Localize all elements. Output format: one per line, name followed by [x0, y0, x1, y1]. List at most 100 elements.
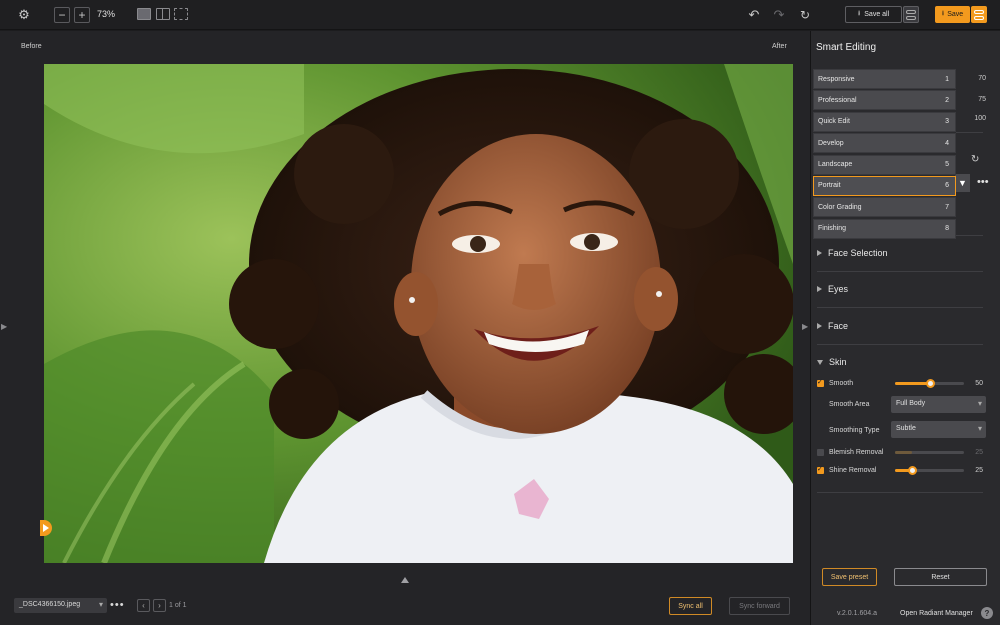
- split-view-icon[interactable]: [156, 8, 170, 20]
- blemish-removal-value: 25: [975, 449, 983, 456]
- preset-label: Color Grading: [818, 203, 862, 211]
- slider-knob[interactable]: [925, 379, 935, 388]
- file-more-icon[interactable]: •••: [110, 599, 125, 611]
- preset-item[interactable]: Quick Edit 3: [813, 111, 956, 132]
- save-options-toggle[interactable]: [971, 6, 987, 23]
- expand-arrow-icon: [817, 286, 822, 292]
- preset-label: Develop: [818, 139, 844, 147]
- zoom-out-button[interactable]: −: [54, 7, 70, 23]
- preset-item[interactable]: Develop 4: [813, 133, 956, 154]
- download-icon: ⭳: [941, 10, 945, 17]
- next-image-button[interactable]: ›: [153, 599, 166, 612]
- background-value: 70: [978, 75, 986, 82]
- sync-forward-button[interactable]: Sync forward: [729, 597, 790, 615]
- divider: [956, 132, 983, 133]
- section-face[interactable]: Face: [817, 321, 848, 331]
- smooth-value: 50: [975, 380, 983, 387]
- collapse-arrow-icon: [817, 359, 823, 365]
- open-radiant-manager-link[interactable]: Open Radiant Manager: [900, 610, 973, 617]
- background-value: 75: [978, 96, 986, 103]
- page-info: 1 of 1: [169, 602, 187, 609]
- settings-gear-icon[interactable]: ⚙: [17, 7, 31, 22]
- preset-item[interactable]: Landscape 5: [813, 154, 956, 175]
- save-preset-button[interactable]: Save preset: [822, 568, 877, 586]
- sync-all-button[interactable]: Sync all: [669, 597, 712, 615]
- section-label: Face Selection: [828, 248, 888, 258]
- shine-removal-slider[interactable]: [895, 466, 964, 475]
- preset-number: 3: [945, 118, 949, 126]
- left-panel-expand-icon[interactable]: ▶: [1, 322, 7, 331]
- version-text: v.2.0.1.604.a: [837, 610, 877, 617]
- previous-image-button[interactable]: ‹: [137, 599, 150, 612]
- shine-removal-label: Shine Removal: [829, 467, 877, 474]
- zoom-in-button[interactable]: +: [74, 7, 90, 23]
- file-select[interactable]: _DSC4366150.jpeg: [14, 598, 107, 613]
- preset-label: Quick Edit: [818, 118, 850, 126]
- save-all-label: Save all: [864, 11, 890, 18]
- preset-number: 5: [945, 161, 949, 169]
- panel-title: Smart Editing: [816, 42, 877, 53]
- download-icon: ⭳: [857, 10, 861, 17]
- section-label: Eyes: [828, 284, 849, 294]
- preset-number: 6: [945, 182, 949, 190]
- shine-removal-checkbox[interactable]: [817, 465, 824, 474]
- single-view-icon[interactable]: [137, 8, 151, 20]
- undo-icon[interactable]: ↶: [746, 7, 762, 23]
- blemish-removal-slider[interactable]: [895, 451, 964, 454]
- save-button[interactable]: ⭳ Save: [935, 6, 970, 23]
- edited-photo[interactable]: [44, 64, 793, 563]
- expand-arrow-icon: [817, 250, 822, 256]
- smooth-area-label: Smooth Area: [829, 401, 870, 408]
- preset-dropdown: Responsive 1 Professional 2 Quick Edit 3 De…: [813, 69, 956, 240]
- divider: [817, 344, 983, 345]
- preset-number: 1: [945, 75, 949, 83]
- refresh-icon[interactable]: ↻: [797, 7, 813, 23]
- help-icon[interactable]: ?: [981, 607, 993, 619]
- after-label: After: [772, 43, 787, 50]
- preset-number: 2: [945, 96, 949, 104]
- shine-removal-value: 25: [975, 467, 983, 474]
- side-by-side-view-icon[interactable]: [174, 8, 188, 20]
- smooth-area-select[interactable]: Full Body: [891, 396, 986, 413]
- reset-icon[interactable]: ↻: [971, 154, 979, 165]
- section-eyes[interactable]: Eyes: [817, 284, 848, 294]
- preset-item[interactable]: Color Grading 7: [813, 197, 956, 218]
- preset-number: 7: [945, 203, 949, 211]
- preset-item[interactable]: Professional 2: [813, 90, 956, 111]
- smoothing-type-label: Smoothing Type: [829, 427, 880, 434]
- preset-label: Finishing: [818, 225, 847, 233]
- blemish-removal-checkbox[interactable]: [817, 449, 824, 456]
- preset-label: Professional: [818, 96, 857, 104]
- divider: [817, 307, 983, 308]
- smooth-label: Smooth: [829, 380, 854, 387]
- smooth-slider[interactable]: [895, 379, 964, 388]
- preset-label: Responsive: [818, 75, 855, 83]
- preset-item-selected[interactable]: Portrait 6: [813, 175, 956, 196]
- save-label: Save: [947, 11, 964, 18]
- preset-number: 8: [945, 225, 949, 233]
- smoothing-type-select[interactable]: Subtle: [891, 421, 986, 438]
- preset-item[interactable]: Responsive 1: [813, 69, 956, 89]
- divider: [817, 492, 983, 493]
- preset-item[interactable]: Finishing 8: [813, 218, 956, 239]
- smooth-checkbox[interactable]: [817, 378, 824, 387]
- section-label: Skin: [829, 357, 847, 367]
- zoom-level: 73%: [97, 9, 116, 19]
- save-all-options-toggle[interactable]: [903, 6, 919, 23]
- preset-label: Landscape: [818, 161, 853, 169]
- divider: [956, 235, 983, 236]
- section-face-selection[interactable]: Face Selection: [817, 248, 888, 258]
- divider: [817, 271, 983, 272]
- filter-icon[interactable]: ▼: [955, 174, 970, 192]
- more-options-icon[interactable]: •••: [977, 176, 989, 188]
- top-toolbar: ⚙ − + 73% ↶ ↷ ↻ ⭳ Save all ⭳ Save: [0, 0, 1000, 30]
- expand-arrow-icon: [817, 323, 822, 329]
- save-all-button[interactable]: ⭳ Save all: [845, 6, 902, 23]
- filmstrip-expand-icon[interactable]: [401, 577, 409, 583]
- right-panel-collapse-icon[interactable]: ▶: [802, 322, 808, 331]
- section-skin[interactable]: Skin: [817, 357, 847, 367]
- before-label: Before: [21, 43, 42, 50]
- reset-button[interactable]: Reset: [894, 568, 987, 586]
- background-value: 100: [974, 115, 986, 122]
- redo-icon[interactable]: ↷: [771, 7, 787, 23]
